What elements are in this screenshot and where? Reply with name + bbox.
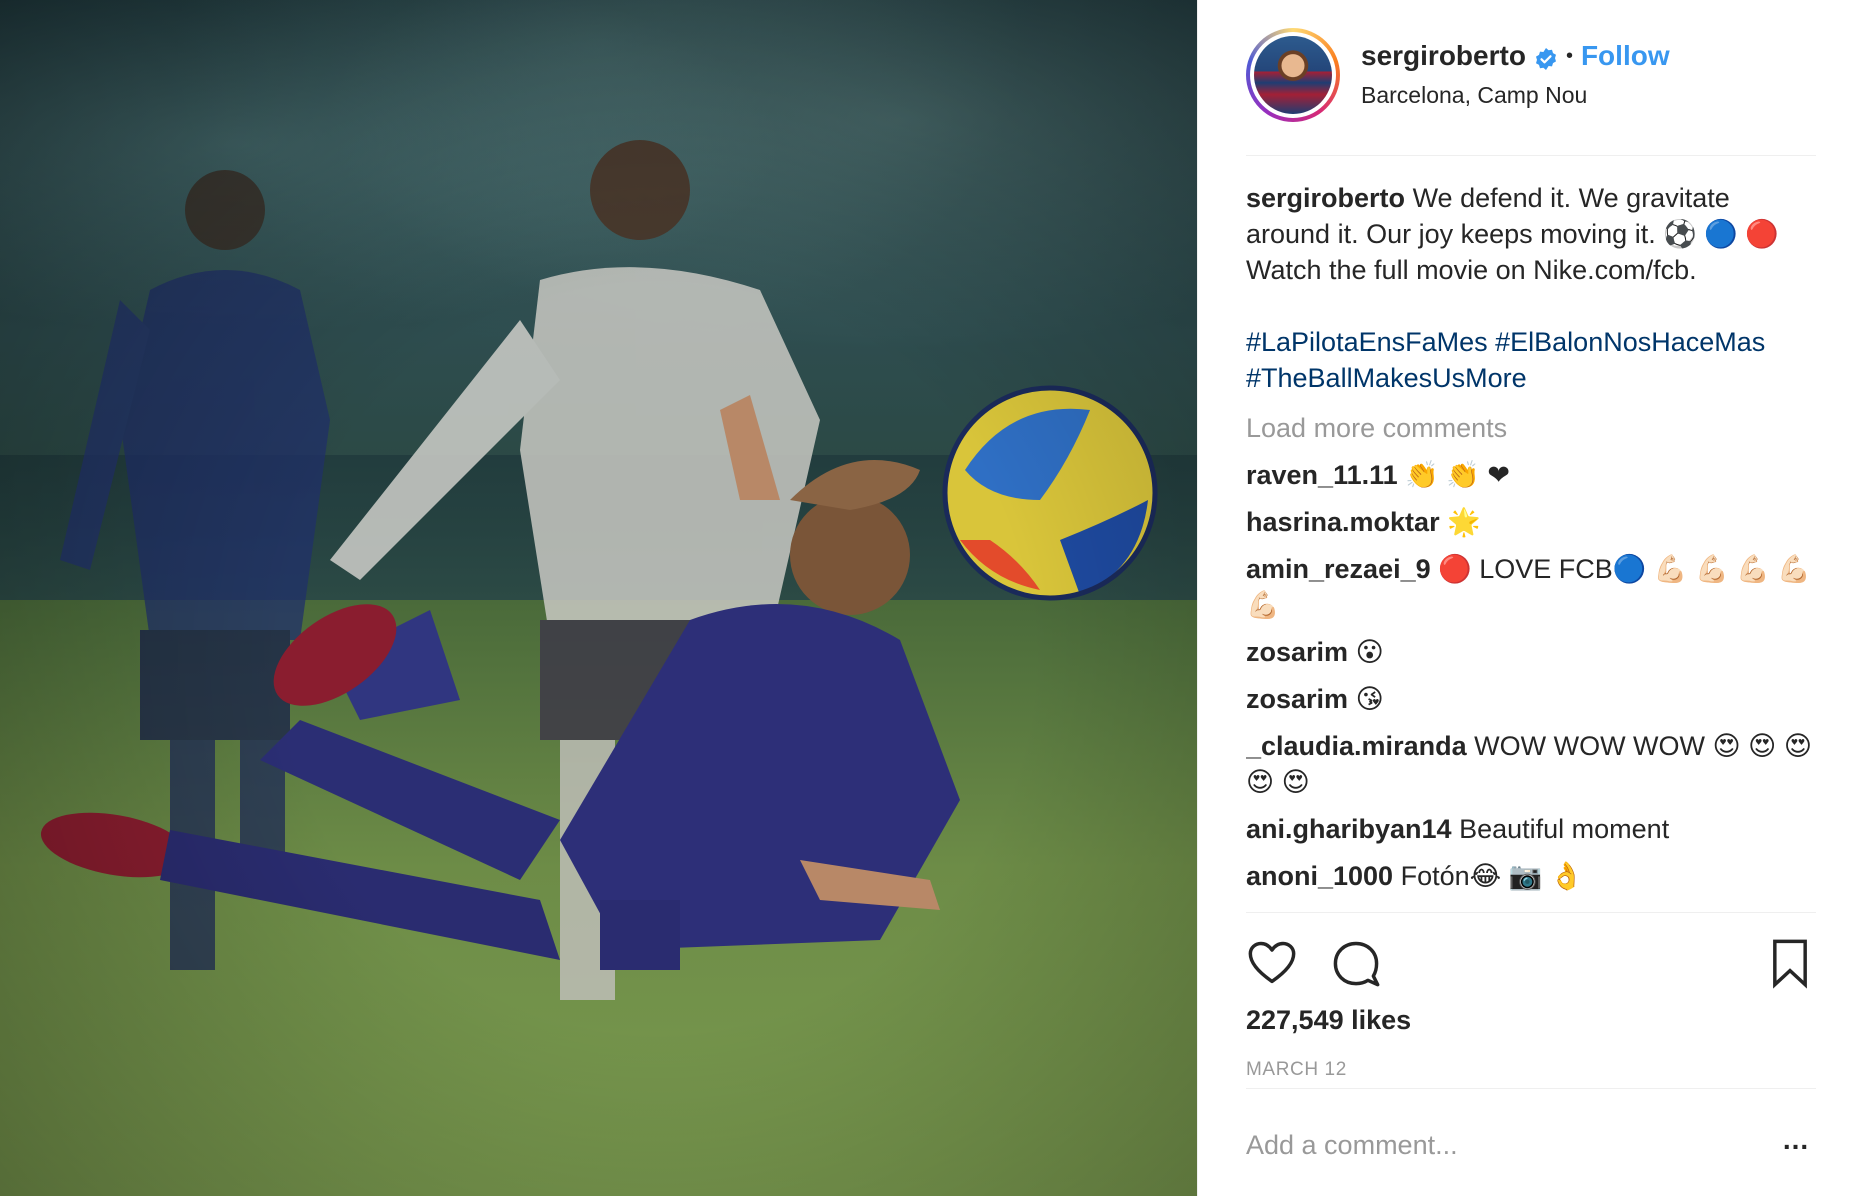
add-comment-input[interactable] — [1246, 1125, 1726, 1165]
author-username[interactable]: sergiroberto — [1361, 38, 1526, 74]
post-header: sergiroberto • Follow Barcelona, Camp No… — [1246, 28, 1816, 156]
comment-text: 😮 — [1355, 637, 1384, 667]
caption-username[interactable]: sergiroberto — [1246, 183, 1405, 213]
add-comment-bar: ... — [1246, 1088, 1816, 1196]
comment-item: anoni_1000 Fotón😂 📷 👌 — [1246, 858, 1816, 894]
post-caption: sergiroberto We defend it. We gravitate … — [1246, 180, 1816, 396]
comment-bubble-icon[interactable] — [1330, 937, 1382, 989]
comment-username[interactable]: anoni_1000 — [1246, 861, 1393, 891]
load-more-comments-button[interactable]: Load more comments — [1246, 410, 1816, 446]
post-date[interactable]: MARCH 12 — [1246, 1058, 1347, 1082]
comments-section: sergiroberto We defend it. We gravitate … — [1246, 180, 1816, 910]
comment-item: _claudia.miranda WOW WOW WOW 😍 😍 😍 😍 😍 — [1246, 728, 1816, 800]
comment-text: 🌟 — [1447, 507, 1481, 537]
comment-item: raven_11.11 👏 👏 ❤ — [1246, 457, 1816, 493]
comment-username[interactable]: ani.gharibyan14 — [1246, 814, 1452, 844]
comment-item: amin_rezaei_9 🔴 LOVE FCB🔵 💪🏻 💪🏻 💪🏻 💪🏻 💪🏻 — [1246, 551, 1816, 623]
comment-username[interactable]: amin_rezaei_9 — [1246, 554, 1431, 584]
likes-count[interactable]: 227,549 likes — [1246, 1003, 1411, 1037]
caption-hashtags[interactable]: #LaPilotaEnsFaMes #ElBalonNosHaceMas #Th… — [1246, 324, 1816, 396]
comment-item: zosarim 😘 — [1246, 681, 1816, 717]
comment-username[interactable]: raven_11.11 — [1246, 460, 1398, 490]
bookmark-icon[interactable] — [1764, 937, 1816, 989]
comment-item: ani.gharibyan14 Beautiful moment — [1246, 811, 1816, 847]
photo-vignette — [0, 0, 1197, 1196]
avatar-image — [1254, 36, 1332, 114]
comment-text: Beautiful moment — [1459, 814, 1670, 844]
separator-dot: • — [1565, 45, 1573, 67]
action-buttons — [1246, 937, 1816, 989]
comment-text: 😘 — [1355, 684, 1384, 714]
more-options-icon[interactable]: ... — [1776, 1125, 1816, 1165]
comment-item: hasrina.moktar 🌟 — [1246, 504, 1816, 540]
verified-badge-icon — [1534, 44, 1558, 70]
follow-button[interactable]: Follow — [1581, 38, 1670, 74]
comment-username[interactable]: zosarim — [1246, 684, 1348, 714]
heart-icon[interactable] — [1246, 937, 1298, 989]
post-image[interactable] — [0, 0, 1197, 1196]
comment-text: Fotón😂 📷 👌 — [1400, 861, 1584, 891]
location-link[interactable]: Barcelona, Camp Nou — [1361, 80, 1587, 110]
post-side-panel: sergiroberto • Follow Barcelona, Camp No… — [1197, 0, 1864, 1196]
comment-username[interactable]: _claudia.miranda — [1246, 731, 1467, 761]
comment-item: zosarim 😮 — [1246, 634, 1816, 670]
comment-username[interactable]: hasrina.moktar — [1246, 507, 1440, 537]
comment-text: 👏 👏 ❤ — [1405, 460, 1511, 490]
avatar[interactable] — [1246, 28, 1340, 122]
author-line: sergiroberto • Follow — [1361, 38, 1670, 74]
comment-username[interactable]: zosarim — [1246, 637, 1348, 667]
